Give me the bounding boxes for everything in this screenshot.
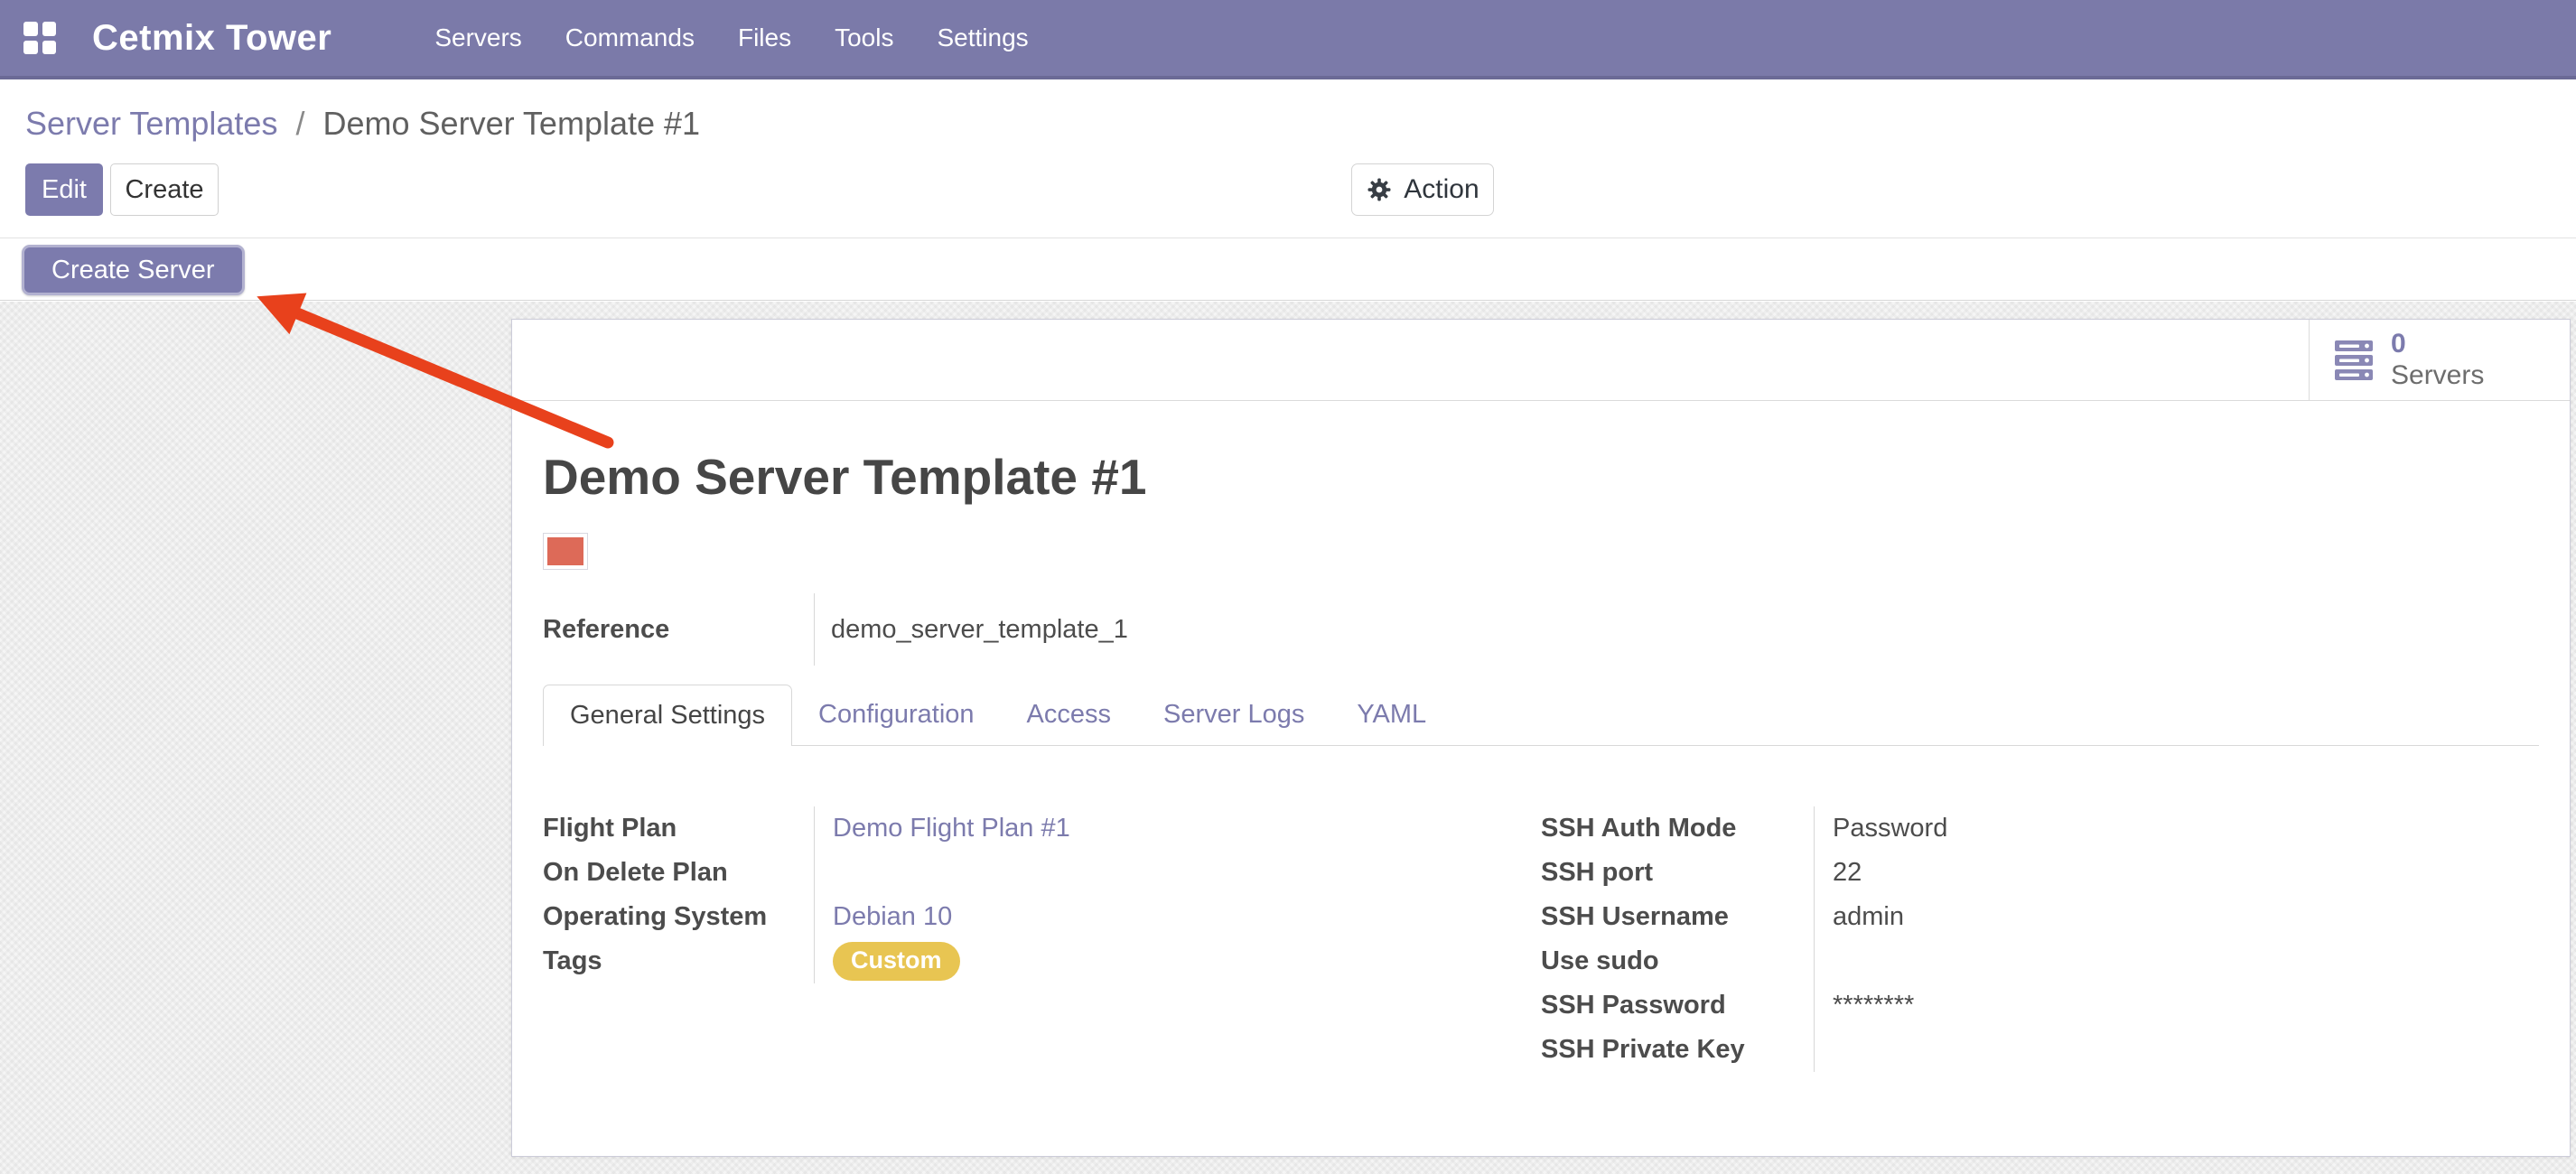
nav-item-tools[interactable]: Tools: [831, 18, 897, 58]
tab-yaml[interactable]: YAML: [1330, 685, 1452, 745]
tag-badge-custom[interactable]: Custom: [833, 942, 960, 981]
field-value-ssh-port: 22: [1814, 851, 2539, 895]
field-label-tags: Tags: [543, 939, 814, 983]
field-value-on-delete-plan: [814, 851, 1541, 895]
tab-page-general-settings: Flight Plan Demo Flight Plan #1 On Delet…: [543, 806, 2539, 1072]
breadcrumb-separator: /: [295, 105, 304, 142]
tab-server-logs[interactable]: Server Logs: [1137, 685, 1330, 745]
color-swatch: [543, 533, 588, 570]
field-label-ssh-private-key: SSH Private Key: [1541, 1028, 1814, 1072]
stat-count: 0: [2391, 329, 2484, 360]
field-label-ssh-password: SSH Password: [1541, 983, 1814, 1028]
field-value-operating-system: Debian 10: [814, 895, 1541, 939]
field-value-flight-plan: Demo Flight Plan #1: [814, 806, 1541, 851]
statusbar: Create Server: [0, 238, 2576, 301]
stat-button-row: 0 Servers: [512, 320, 2570, 401]
edit-button[interactable]: Edit: [25, 163, 103, 216]
field-label-reference: Reference: [543, 615, 814, 645]
tab-configuration[interactable]: Configuration: [792, 685, 1001, 745]
sheet-body: Demo Server Template #1 Reference demo_s…: [512, 448, 2570, 1072]
nav-item-commands[interactable]: Commands: [562, 18, 698, 58]
form-view-background: 0 Servers Demo Server Template #1 Refere…: [0, 302, 2576, 1174]
breadcrumb-current: Demo Server Template #1: [323, 105, 701, 142]
apps-grid-icon[interactable]: [23, 22, 56, 54]
field-value-use-sudo: [1814, 939, 2539, 983]
servers-stack-icon: [2333, 340, 2376, 381]
nav-item-settings[interactable]: Settings: [933, 18, 1031, 58]
tab-general-settings[interactable]: General Settings: [543, 685, 792, 746]
stat-text: 0 Servers: [2391, 329, 2484, 391]
field-group-left: Flight Plan Demo Flight Plan #1 On Delet…: [543, 806, 1541, 1072]
stat-label: Servers: [2391, 360, 2484, 392]
breadcrumb: Server Templates / Demo Server Template …: [25, 105, 700, 143]
field-group-right: SSH Auth Mode Password SSH port 22 SSH U…: [1541, 806, 2539, 1072]
create-button[interactable]: Create: [110, 163, 219, 216]
tab-access[interactable]: Access: [1001, 685, 1137, 745]
field-label-ssh-auth-mode: SSH Auth Mode: [1541, 806, 1814, 851]
field-value-ssh-username: admin: [1814, 895, 2539, 939]
field-value-ssh-auth-mode: Password: [1814, 806, 2539, 851]
nav-menu: Servers Commands Files Tools Settings: [431, 18, 1031, 58]
action-button[interactable]: Action: [1351, 163, 1494, 216]
gear-icon: [1366, 176, 1393, 203]
field-label-flight-plan: Flight Plan: [543, 806, 814, 851]
notebook-tabs: General Settings Configuration Access Se…: [543, 685, 2539, 746]
breadcrumb-link-server-templates[interactable]: Server Templates: [25, 105, 277, 142]
form-sheet: 0 Servers Demo Server Template #1 Refere…: [511, 319, 2571, 1157]
field-label-ssh-port: SSH port: [1541, 851, 1814, 895]
flight-plan-link[interactable]: Demo Flight Plan #1: [833, 814, 1070, 843]
action-button-label: Action: [1404, 174, 1479, 205]
nav-item-servers[interactable]: Servers: [431, 18, 525, 58]
field-label-on-delete-plan: On Delete Plan: [543, 851, 814, 895]
reference-row: Reference demo_server_template_1: [543, 593, 2539, 666]
color-swatch-fill: [547, 537, 583, 565]
operating-system-link[interactable]: Debian 10: [833, 902, 952, 932]
field-value-ssh-private-key: [1814, 1028, 2539, 1072]
field-label-ssh-username: SSH Username: [1541, 895, 1814, 939]
top-navbar: Cetmix Tower Servers Commands Files Tool…: [0, 0, 2576, 79]
nav-item-files[interactable]: Files: [734, 18, 795, 58]
field-label-use-sudo: Use sudo: [1541, 939, 1814, 983]
field-value-tags: Custom: [814, 939, 1541, 983]
record-title: Demo Server Template #1: [543, 448, 2539, 506]
brand-title: Cetmix Tower: [92, 18, 331, 59]
create-server-button[interactable]: Create Server: [22, 245, 245, 295]
field-value-reference: demo_server_template_1: [814, 593, 2539, 666]
servers-stat-button[interactable]: 0 Servers: [2309, 320, 2570, 400]
field-label-operating-system: Operating System: [543, 895, 814, 939]
field-value-ssh-password: ********: [1814, 983, 2539, 1028]
